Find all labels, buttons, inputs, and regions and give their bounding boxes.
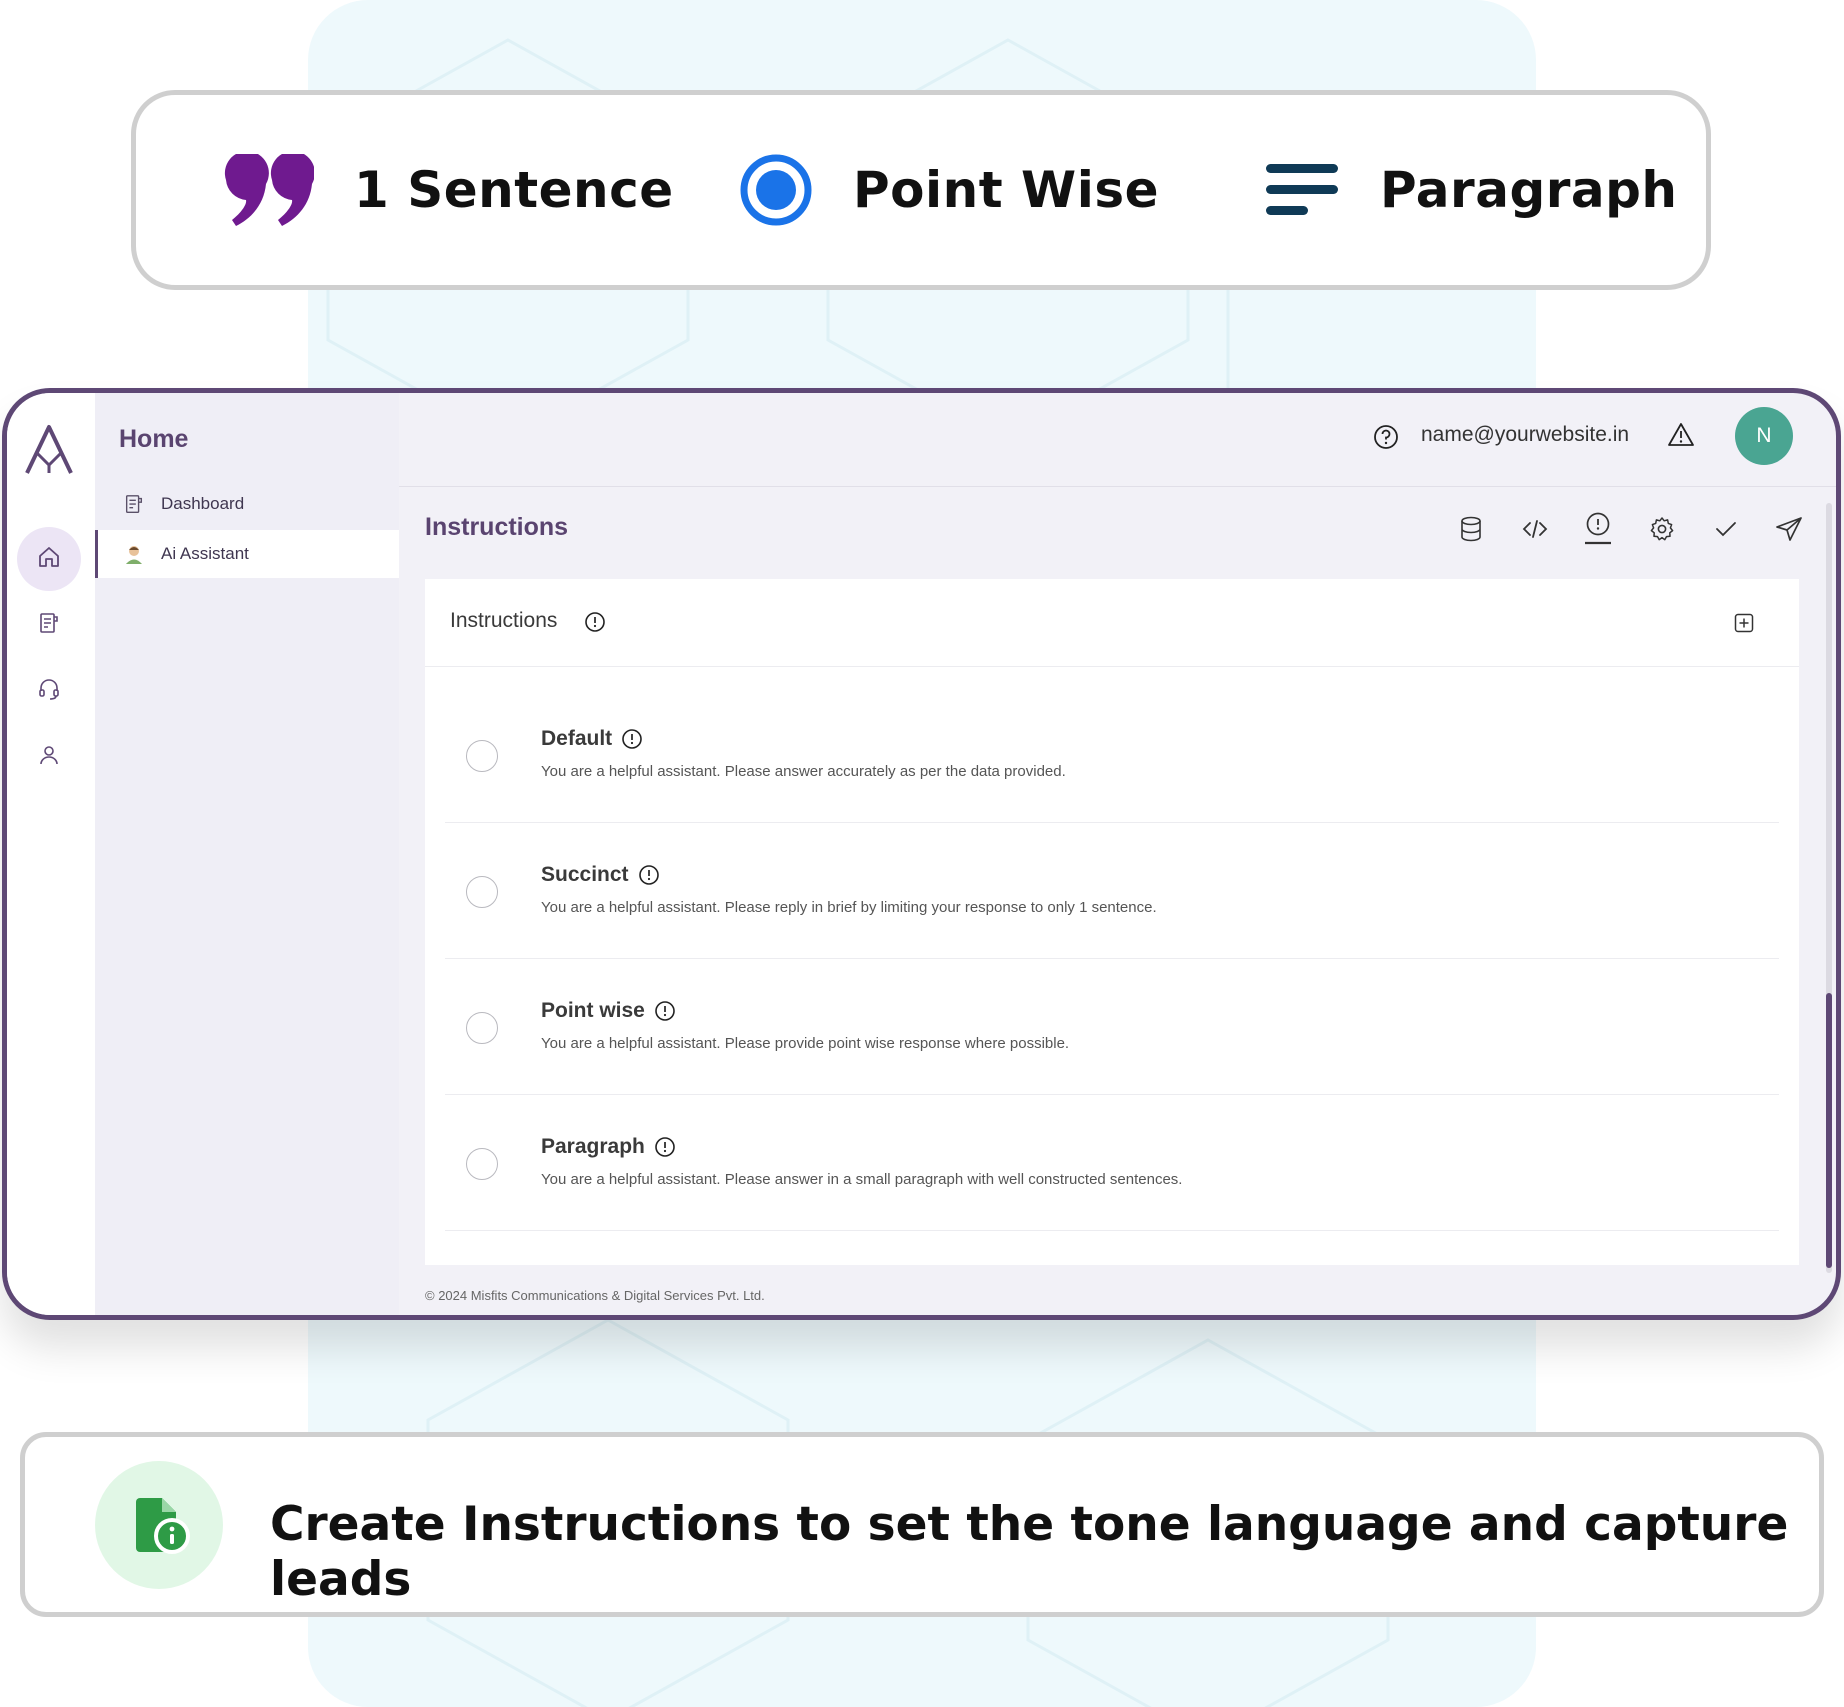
sidebar-item-ai-assistant[interactable]: Ai Assistant bbox=[95, 530, 399, 578]
dashboard-icon bbox=[123, 493, 151, 515]
page-title: Instructions bbox=[425, 513, 569, 541]
app-window: Home Dashboard Ai Assistant name@yourweb… bbox=[2, 388, 1841, 1320]
top-bar: name@yourwebsite.in N bbox=[399, 393, 1836, 487]
info-icon[interactable] bbox=[584, 611, 606, 638]
option-description: You are a helpful assistant. Please answ… bbox=[541, 1171, 1183, 1188]
sidebar-item-label: Dashboard bbox=[161, 494, 245, 513]
settings-icon[interactable] bbox=[1646, 509, 1678, 549]
radio-button[interactable] bbox=[466, 1148, 498, 1180]
database-icon[interactable] bbox=[1455, 509, 1487, 549]
instruction-option-point-wise[interactable]: Point wise You are a helpful assistant. … bbox=[445, 959, 1779, 1095]
instruction-option-paragraph[interactable]: Paragraph You are a helpful assistant. P… bbox=[445, 1095, 1779, 1231]
option-description: You are a helpful assistant. Please prov… bbox=[541, 1035, 1070, 1052]
card-title: Instructions bbox=[450, 609, 558, 632]
format-option-paragraph[interactable]: Paragraph bbox=[1266, 95, 1678, 285]
option-title: Point wise bbox=[541, 999, 645, 1022]
option-description: You are a helpful assistant. Please repl… bbox=[541, 899, 1157, 916]
document-icon bbox=[37, 611, 61, 640]
format-option-1-sentence[interactable]: 1 Sentence bbox=[224, 95, 674, 285]
format-option-label: Paragraph bbox=[1380, 161, 1678, 219]
help-icon[interactable] bbox=[1373, 424, 1399, 450]
rail-profile-button[interactable] bbox=[17, 725, 81, 789]
instructions-card: Instructions Default You are a helpful a… bbox=[425, 579, 1799, 1265]
assistant-avatar-icon bbox=[123, 543, 151, 565]
sidebar-item-dashboard[interactable]: Dashboard bbox=[95, 480, 399, 528]
home-icon bbox=[37, 545, 61, 574]
user-icon bbox=[37, 743, 61, 772]
option-title: Default bbox=[541, 727, 613, 750]
format-option-label: 1 Sentence bbox=[354, 161, 674, 219]
radio-button[interactable] bbox=[466, 876, 498, 908]
warning-icon[interactable] bbox=[1667, 422, 1695, 448]
brand-logo bbox=[21, 423, 77, 482]
radio-button[interactable] bbox=[466, 740, 498, 772]
info-icon[interactable] bbox=[654, 1000, 676, 1022]
sidebar-item-label: Ai Assistant bbox=[161, 544, 249, 563]
quote-icon bbox=[224, 154, 314, 226]
format-option-point-wise[interactable]: Point Wise bbox=[739, 95, 1159, 285]
option-title-wrap: Succinct bbox=[541, 863, 660, 887]
rail-home-button[interactable] bbox=[17, 527, 81, 591]
document-info-icon bbox=[95, 1461, 223, 1589]
add-instruction-icon[interactable] bbox=[1733, 612, 1755, 639]
send-icon[interactable] bbox=[1773, 509, 1805, 549]
rail-support-button[interactable] bbox=[17, 659, 81, 723]
icon-rail bbox=[7, 393, 95, 1315]
scrollbar-thumb[interactable] bbox=[1826, 993, 1832, 1268]
sidebar: Home Dashboard Ai Assistant bbox=[95, 393, 399, 1315]
sidebar-section-title: Home bbox=[119, 425, 189, 453]
radio-button[interactable] bbox=[466, 1012, 498, 1044]
radio-dot-icon bbox=[739, 153, 813, 227]
check-icon[interactable] bbox=[1710, 509, 1742, 549]
rail-documents-button[interactable] bbox=[17, 593, 81, 657]
avatar[interactable]: N bbox=[1735, 407, 1793, 465]
option-title-wrap: Point wise bbox=[541, 999, 676, 1023]
card-header: Instructions bbox=[425, 579, 1799, 667]
info-icon[interactable] bbox=[621, 728, 643, 750]
info-icon[interactable] bbox=[638, 864, 660, 886]
footer-copyright: © 2024 Misfits Communications & Digital … bbox=[425, 1288, 765, 1303]
alert-icon[interactable] bbox=[1582, 509, 1614, 549]
headset-icon bbox=[37, 677, 61, 706]
format-option-label: Point Wise bbox=[853, 161, 1160, 219]
option-description: You are a helpful assistant. Please answ… bbox=[541, 763, 1066, 780]
response-format-bar: 1 Sentence Point Wise Paragraph bbox=[131, 90, 1711, 290]
option-title-wrap: Paragraph bbox=[541, 1135, 676, 1159]
feature-banner: Create Instructions to set the tone lang… bbox=[20, 1432, 1824, 1617]
info-icon[interactable] bbox=[654, 1136, 676, 1158]
banner-message: Create Instructions to set the tone lang… bbox=[270, 1497, 1789, 1607]
option-title: Paragraph bbox=[541, 1135, 645, 1158]
code-icon[interactable] bbox=[1519, 509, 1551, 549]
option-title-wrap: Default bbox=[541, 727, 643, 751]
text-lines-icon bbox=[1266, 162, 1340, 218]
instruction-option-succinct[interactable]: Succinct You are a helpful assistant. Pl… bbox=[445, 823, 1779, 959]
option-title: Succinct bbox=[541, 863, 629, 886]
instruction-option-default[interactable]: Default You are a helpful assistant. Ple… bbox=[445, 687, 1779, 823]
user-email[interactable]: name@yourwebsite.in bbox=[1421, 423, 1629, 447]
scrollbar[interactable] bbox=[1826, 503, 1832, 1273]
